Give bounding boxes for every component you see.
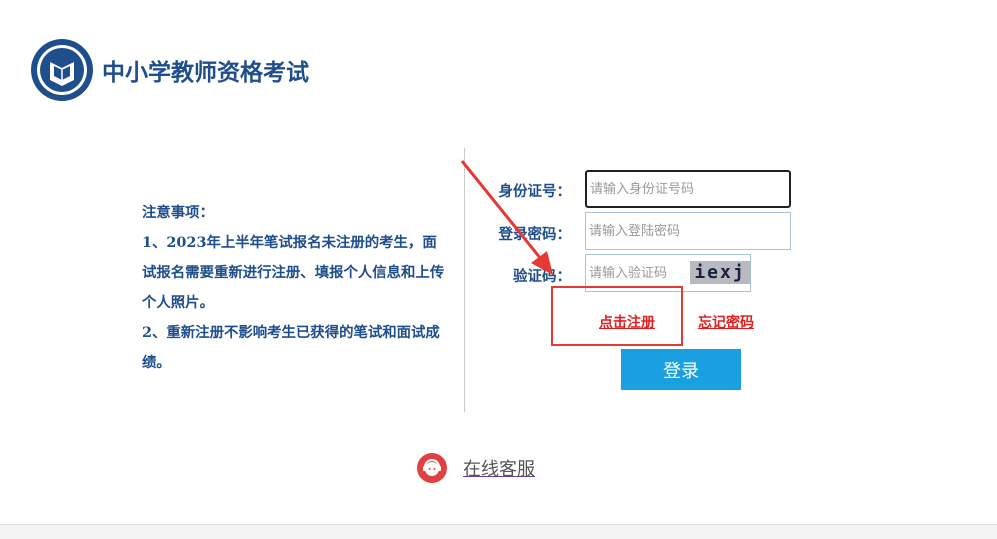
password-input[interactable]: [585, 212, 791, 250]
login-button[interactable]: 登录: [621, 349, 741, 390]
notice-item-2: 2、重新注册不影响考生已获得的笔试和面试成绩。: [142, 324, 440, 371]
vertical-divider: [464, 148, 465, 412]
forgot-password-link[interactable]: 忘记密码: [698, 312, 754, 332]
notice-title: 注意事项：: [142, 204, 214, 221]
id-number-label: 身份证号：: [498, 184, 572, 200]
site-header: 中小学教师资格考试: [30, 38, 309, 102]
online-support[interactable]: 在线客服: [417, 453, 535, 483]
customer-service-icon: [417, 453, 447, 483]
notice-panel: 注意事项： 1、2023年上半年笔试报名未注册的考生，面试报名需要重新进行注册、…: [142, 198, 446, 378]
online-support-link[interactable]: 在线客服: [463, 455, 535, 481]
captcha-label: 验证码：: [513, 269, 571, 285]
notice-item-1: 1、2023年上半年笔试报名未注册的考生，面试报名需要重新进行注册、填报个人信息…: [142, 234, 445, 311]
footer-bar: [0, 524, 997, 539]
id-number-input[interactable]: [585, 170, 791, 208]
register-link[interactable]: 点击注册: [599, 312, 655, 332]
site-title: 中小学教师资格考试: [102, 60, 309, 86]
logo-icon: [31, 39, 93, 101]
captcha-image[interactable]: iexj: [690, 261, 750, 284]
password-label: 登录密码：: [498, 227, 572, 243]
